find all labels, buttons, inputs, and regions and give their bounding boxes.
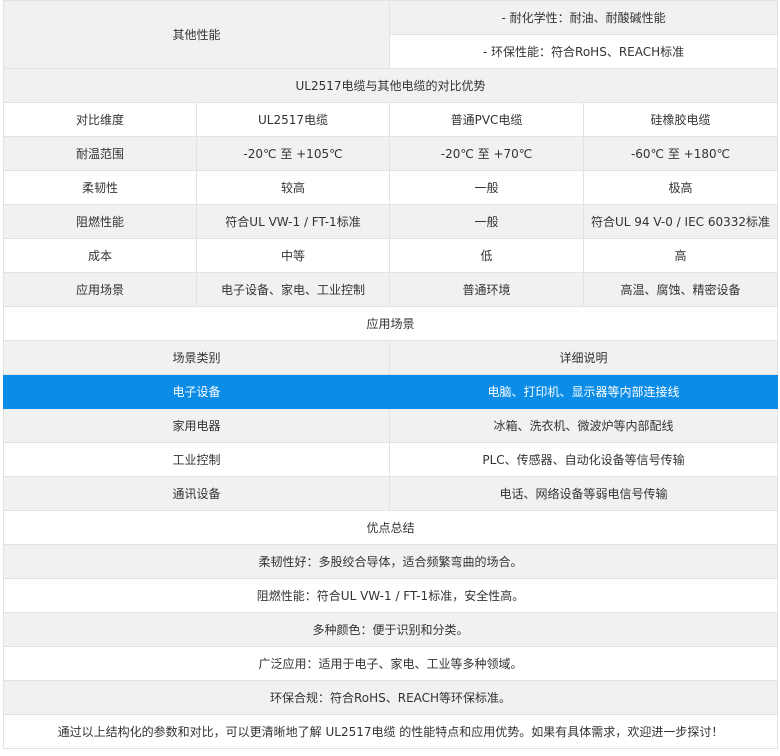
list-item: 广泛应用：适用于电子、家电、工业等多种领域。	[2, 646, 779, 681]
advantage-text: 阻燃性能：符合UL VW-1 / FT-1标准，安全性高。	[2, 578, 779, 613]
conclusion-text: 通过以上结构化的参数和对比，可以更清晰地了解 UL2517电缆 的性能特点和应用…	[2, 714, 779, 749]
table-cell: 电话、网络设备等弱电信号传输	[389, 476, 779, 511]
table-cell: 高温、腐蚀、精密设备	[583, 272, 779, 307]
props-item: - 环保性能：符合RoHS、REACH标准	[389, 34, 779, 69]
page: 其他性能 - 耐化学性：耐油、耐酸碱性能 - 环保性能：符合RoHS、REACH…	[0, 0, 780, 756]
table-cell: 通讯设备	[2, 476, 391, 511]
comparison-title-row: UL2517电缆与其他电缆的对比优势	[2, 68, 779, 103]
spec-table: 其他性能 - 耐化学性：耐油、耐酸碱性能 - 环保性能：符合RoHS、REACH…	[2, 0, 779, 749]
comparison-title: UL2517电缆与其他电缆的对比优势	[2, 68, 779, 103]
table-cell: 工业控制	[2, 442, 391, 477]
list-item: 阻燃性能：符合UL VW-1 / FT-1标准，安全性高。	[2, 578, 779, 613]
advantages-title-row: 优点总结	[2, 510, 779, 545]
advantage-text: 柔韧性好：多股绞合导体，适合频繁弯曲的场合。	[2, 544, 779, 579]
applications-title: 应用场景	[2, 306, 779, 341]
table-row-selected[interactable]: 电子设备 电脑、打印机、显示器等内部连接线	[2, 374, 779, 409]
advantages-title: 优点总结	[2, 510, 779, 545]
table-row: 阻燃性能 符合UL VW-1 / FT-1标准 一般 符合UL 94 V-0 /…	[3, 204, 779, 239]
table-cell: 电子设备、家电、工业控制	[195, 272, 391, 307]
table-cell: 应用场景	[3, 272, 197, 307]
table-cell: -20℃ 至 +105℃	[195, 136, 391, 171]
column-header: 详细说明	[389, 340, 779, 375]
table-cell: 冰箱、洗衣机、微波炉等内部配线	[389, 408, 779, 443]
table-row: 柔韧性 较高 一般 极高	[3, 170, 779, 205]
props-label: 其他性能	[2, 0, 391, 69]
table-row: 耐温范围 -20℃ 至 +105℃ -20℃ 至 +70℃ -60℃ 至 +18…	[3, 136, 779, 171]
table-row: 通讯设备 电话、网络设备等弱电信号传输	[2, 476, 779, 511]
comparison-header-row: 对比维度 UL2517电缆 普通PVC电缆 硅橡胶电缆	[3, 102, 779, 137]
list-item: 环保合规：符合RoHS、REACH等环保标准。	[2, 680, 779, 715]
table-cell: 电子设备	[2, 374, 391, 409]
advantage-text: 环保合规：符合RoHS、REACH等环保标准。	[2, 680, 779, 715]
table-cell: 极高	[583, 170, 779, 205]
table-cell: 高	[583, 238, 779, 273]
props-row-1: 其他性能 - 耐化学性：耐油、耐酸碱性能	[2, 0, 779, 69]
table-cell: 普通环境	[389, 272, 585, 307]
conclusion-row: 通过以上结构化的参数和对比，可以更清晰地了解 UL2517电缆 的性能特点和应用…	[2, 714, 779, 749]
table-cell: PLC、传感器、自动化设备等信号传输	[389, 442, 779, 477]
table-cell: 较高	[195, 170, 391, 205]
props-item: - 耐化学性：耐油、耐酸碱性能	[389, 0, 779, 35]
column-header: 对比维度	[3, 102, 197, 137]
table-cell: 低	[389, 238, 585, 273]
advantage-text: 多种颜色：便于识别和分类。	[2, 612, 779, 647]
table-cell: 家用电器	[2, 408, 391, 443]
advantage-text: 广泛应用：适用于电子、家电、工业等多种领域。	[2, 646, 779, 681]
table-cell: -20℃ 至 +70℃	[389, 136, 585, 171]
table-cell: 符合UL VW-1 / FT-1标准	[195, 204, 391, 239]
table-row: 家用电器 冰箱、洗衣机、微波炉等内部配线	[2, 408, 779, 443]
table-cell: 一般	[389, 170, 585, 205]
list-item: 多种颜色：便于识别和分类。	[2, 612, 779, 647]
table-cell: 耐温范围	[3, 136, 197, 171]
table-cell: 一般	[389, 204, 585, 239]
column-header: 普通PVC电缆	[389, 102, 585, 137]
table-cell: 阻燃性能	[3, 204, 197, 239]
table-cell: 中等	[195, 238, 391, 273]
column-header: 硅橡胶电缆	[583, 102, 779, 137]
table-cell: -60℃ 至 +180℃	[583, 136, 779, 171]
column-header: 场景类别	[2, 340, 391, 375]
column-header: UL2517电缆	[195, 102, 391, 137]
table-cell: 符合UL 94 V-0 / IEC 60332标准	[583, 204, 779, 239]
table-row: 应用场景 电子设备、家电、工业控制 普通环境 高温、腐蚀、精密设备	[3, 272, 779, 307]
table-cell: 电脑、打印机、显示器等内部连接线	[389, 374, 779, 409]
table-row: 工业控制 PLC、传感器、自动化设备等信号传输	[2, 442, 779, 477]
applications-title-row: 应用场景	[2, 306, 779, 341]
table-row: 成本 中等 低 高	[3, 238, 779, 273]
table-cell: 柔韧性	[3, 170, 197, 205]
applications-header-row: 场景类别 详细说明	[2, 340, 779, 375]
table-cell: 成本	[3, 238, 197, 273]
list-item: 柔韧性好：多股绞合导体，适合频繁弯曲的场合。	[2, 544, 779, 579]
